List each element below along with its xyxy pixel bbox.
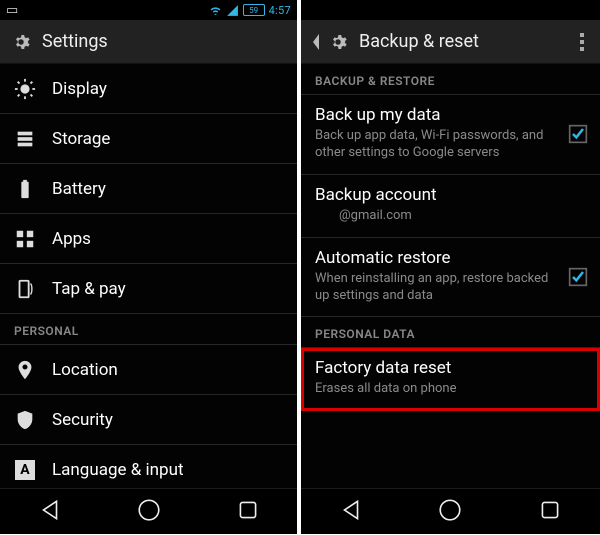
item-display[interactable]: Display [0, 64, 297, 114]
backup-reset-screen: Backup & reset BACKUP & RESTORE Back up … [301, 0, 600, 534]
nav-bar [0, 488, 297, 534]
backup-header: Backup & reset [301, 20, 600, 64]
settings-screen: ▭ 59 4:57 Settings Display Storage Batte… [0, 0, 297, 534]
item-title: Factory data reset [315, 358, 586, 378]
settings-list[interactable]: Display Storage Battery Apps Tap & pay P… [0, 64, 297, 488]
item-label: Storage [52, 129, 110, 149]
item-factory-reset[interactable]: Factory data reset Erases all data on ph… [301, 348, 600, 411]
settings-header: Settings [0, 20, 297, 64]
item-label: Battery [52, 179, 106, 199]
item-label: Display [52, 79, 107, 99]
item-label: Tap & pay [52, 279, 126, 299]
item-location[interactable]: Location [0, 345, 297, 395]
item-label: Language & input [52, 460, 184, 480]
notification-icon: ▭ [6, 3, 18, 18]
item-back-up-data[interactable]: Back up my data Back up app data, Wi-Fi … [301, 95, 600, 175]
checkbox-checked[interactable] [568, 124, 588, 144]
overflow-menu-button[interactable] [574, 27, 590, 57]
section-backup-restore: BACKUP & RESTORE [301, 64, 600, 95]
item-subtitle: @gmail.com [315, 208, 586, 225]
item-subtitle: When reinstalling an app, restore backed… [315, 271, 586, 305]
brightness-icon [14, 78, 36, 100]
item-title: Back up my data [315, 105, 586, 125]
section-personal: PERSONAL [0, 314, 297, 345]
item-title: Backup account [315, 185, 586, 205]
nav-bar [301, 488, 600, 534]
item-storage[interactable]: Storage [0, 114, 297, 164]
item-tap-pay[interactable]: Tap & pay [0, 264, 297, 314]
item-apps[interactable]: Apps [0, 214, 297, 264]
nav-back-button[interactable] [318, 489, 384, 535]
checkbox-checked[interactable] [568, 267, 588, 287]
header-title: Settings [42, 31, 108, 52]
gear-icon [327, 31, 349, 53]
item-language[interactable]: A Language & input [0, 445, 297, 488]
item-title: Automatic restore [315, 248, 586, 268]
section-personal-data: PERSONAL DATA [301, 317, 600, 348]
item-label: Security [52, 410, 113, 430]
back-chevron-icon[interactable] [311, 33, 317, 51]
status-bar [301, 0, 600, 20]
battery-icon [14, 178, 36, 200]
battery-icon: 59 [243, 4, 265, 16]
item-subtitle: Back up app data, Wi-Fi passwords, and o… [315, 128, 586, 162]
security-icon [14, 409, 36, 431]
storage-icon [14, 128, 36, 150]
wifi-icon [209, 4, 222, 17]
nav-back-button[interactable] [17, 489, 83, 535]
nav-recent-button[interactable] [215, 489, 281, 535]
item-backup-account[interactable]: Backup account @gmail.com [301, 175, 600, 238]
nav-home-button[interactable] [417, 489, 483, 535]
item-label: Apps [52, 229, 91, 249]
item-security[interactable]: Security [0, 395, 297, 445]
nfc-icon [14, 278, 36, 300]
item-label: Location [52, 360, 118, 380]
status-bar: ▭ 59 4:57 [0, 0, 297, 20]
clock-text: 4:57 [269, 4, 291, 17]
item-automatic-restore[interactable]: Automatic restore When reinstalling an a… [301, 238, 600, 318]
signal-icon [226, 4, 239, 17]
gear-icon [10, 31, 32, 53]
backup-list[interactable]: BACKUP & RESTORE Back up my data Back up… [301, 64, 600, 488]
item-subtitle: Erases all data on phone [315, 381, 586, 398]
nav-recent-button[interactable] [517, 489, 583, 535]
header-title: Backup & reset [359, 31, 479, 52]
nav-home-button[interactable] [116, 489, 182, 535]
item-battery[interactable]: Battery [0, 164, 297, 214]
location-icon [14, 359, 36, 381]
language-icon: A [14, 459, 36, 481]
apps-icon [14, 228, 36, 250]
